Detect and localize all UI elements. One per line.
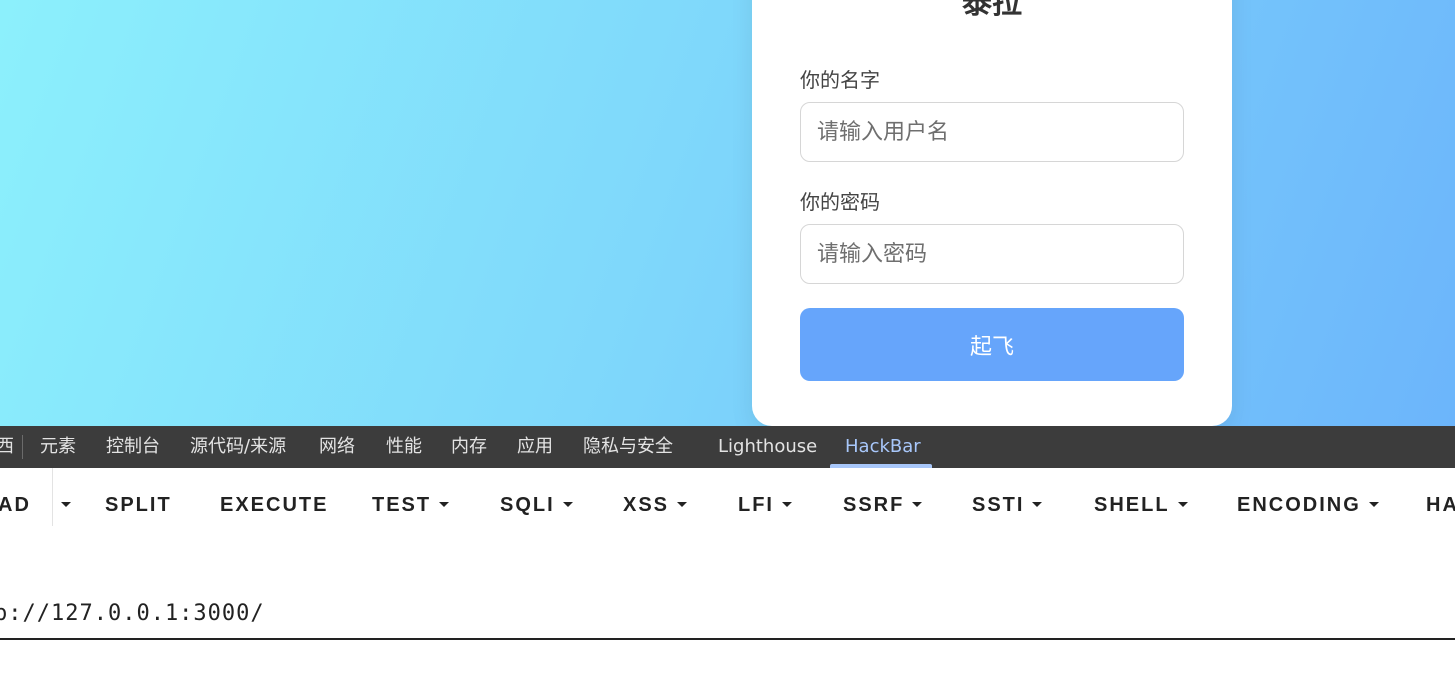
sqli-menu-label: SQLI	[500, 494, 555, 516]
tab-application[interactable]: 应用	[517, 435, 553, 459]
encoding-menu-label: ENCODING	[1237, 494, 1361, 516]
tab-elements[interactable]: 元素	[40, 435, 76, 459]
split-button[interactable]: SPLIT	[105, 493, 172, 517]
execute-button[interactable]: EXECUTE	[220, 493, 328, 517]
load-dropdown-button[interactable]	[53, 493, 71, 517]
sqli-menu-button[interactable]: SQLI	[500, 493, 573, 517]
tab-memory[interactable]: 内存	[451, 435, 487, 459]
login-card: 泰拉 你的名字 你的密码 起飞	[752, 0, 1232, 426]
load-button[interactable]: AD	[0, 493, 31, 517]
tab-lighthouse[interactable]: Lighthouse	[718, 435, 817, 459]
chevron-down-icon	[1032, 502, 1043, 507]
shell-menu-button[interactable]: SHELL	[1094, 493, 1188, 517]
chevron-down-icon	[562, 502, 573, 507]
encoding-menu-button[interactable]: ENCODING	[1237, 493, 1379, 517]
chevron-down-icon	[782, 502, 792, 507]
url-underline	[0, 638, 1455, 640]
tab-performance[interactable]: 性能	[386, 435, 422, 459]
ssrf-menu-label: SSRF	[843, 494, 905, 516]
execute-button-label: EXECUTE	[220, 494, 329, 516]
chevron-down-icon	[61, 502, 71, 507]
tab-network[interactable]: 网络	[319, 435, 355, 459]
login-title: 泰拉	[962, 0, 1022, 21]
username-label: 你的名字	[800, 68, 880, 92]
tab-privacy-security[interactable]: 隐私与安全	[583, 435, 673, 459]
lfi-menu-label: LFI	[738, 494, 774, 516]
page-viewport: 泰拉 你的名字 你的密码 起飞	[0, 0, 1455, 426]
url-value[interactable]: p://127.0.0.1:3000/	[0, 600, 265, 628]
chevron-down-icon	[439, 502, 450, 507]
ssti-menu-label: SSTI	[972, 494, 1025, 516]
chevron-down-icon	[1368, 502, 1379, 507]
username-input[interactable]	[800, 102, 1184, 162]
hackbar-toolbar: AD SPLIT EXECUTE TEST SQLI XSS LFI SSRF …	[0, 468, 1455, 542]
browser-window: 泰拉 你的名字 你的密码 起飞 西 元素 控制台 源代码/来源 网络 性能 内存…	[0, 0, 1455, 673]
test-menu-label: TEST	[372, 494, 432, 516]
split-button-label: SPLIT	[105, 494, 172, 516]
xss-menu-button[interactable]: XSS	[623, 493, 688, 517]
lfi-menu-button[interactable]: LFI	[738, 493, 792, 517]
xss-menu-label: XSS	[623, 494, 670, 516]
hashing-menu-button[interactable]: HA	[1426, 493, 1455, 517]
chevron-down-icon	[912, 502, 923, 507]
devtools-edge-tab[interactable]: 西	[0, 435, 14, 459]
submit-button[interactable]: 起飞	[800, 308, 1184, 381]
ssrf-menu-button[interactable]: SSRF	[843, 493, 923, 517]
chevron-down-icon	[677, 502, 688, 507]
url-field[interactable]: p://127.0.0.1:3000/	[0, 542, 1455, 673]
tab-sources[interactable]: 源代码/来源	[190, 435, 286, 459]
load-button-label: AD	[0, 494, 31, 516]
tab-hackbar[interactable]: HackBar	[845, 435, 921, 459]
tab-console[interactable]: 控制台	[106, 435, 160, 459]
chevron-down-icon	[1177, 502, 1188, 507]
hashing-menu-label: HA	[1426, 494, 1455, 516]
shell-menu-label: SHELL	[1094, 494, 1170, 516]
tab-divider	[22, 435, 23, 459]
password-input[interactable]	[800, 224, 1184, 284]
ssti-menu-button[interactable]: SSTI	[972, 493, 1043, 517]
devtools-tab-bar: 西 元素 控制台 源代码/来源 网络 性能 内存 应用 隐私与安全 Lighth…	[0, 426, 1455, 468]
test-menu-button[interactable]: TEST	[372, 493, 450, 517]
password-label: 你的密码	[800, 190, 880, 214]
